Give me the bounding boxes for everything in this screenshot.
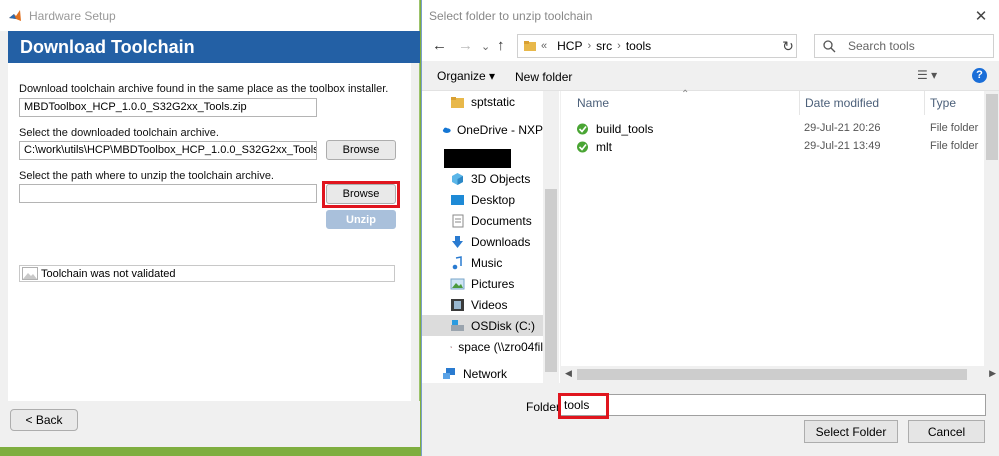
sort-ascending-icon: ⌃ — [681, 89, 690, 100]
status-text: Toolchain was not validated — [41, 267, 176, 280]
new-folder-button[interactable]: New folder — [515, 70, 572, 84]
nav-item-space[interactable]: space (\\zro04fil — [422, 336, 543, 357]
documents-icon — [452, 214, 464, 227]
archive-name-field[interactable]: MBDToolbox_HCP_1.0.0_S32G2xx_Tools.zip — [19, 98, 317, 117]
nav-item-documents[interactable]: Documents — [422, 210, 543, 231]
unzip-path-field[interactable] — [19, 184, 317, 203]
forward-arrow-icon[interactable]: → — [458, 37, 473, 54]
breadcrumb-src[interactable]: src — [596, 39, 612, 53]
file-list-vertical-scrollbar[interactable] — [984, 91, 999, 383]
validation-status: Toolchain was not validated — [19, 265, 395, 282]
folder-icon — [451, 96, 464, 108]
nav-item-network[interactable]: Network — [422, 363, 543, 383]
cancel-button[interactable]: Cancel — [908, 420, 985, 443]
navigation-bar: ← → ⌄ ↑ « HCP › src › tools ↻ Search too… — [422, 31, 999, 61]
file-list: Name ⌃ Date modified Type build_tools 29… — [561, 89, 984, 383]
nav-item-3d-objects[interactable]: 3D Objects — [422, 168, 543, 189]
nav-item-onedrive[interactable]: OneDrive - NXP — [422, 119, 543, 140]
scrollbar-thumb[interactable] — [577, 369, 967, 380]
navigation-pane: sptstatic OneDrive - NXP 3D Objects Desk… — [422, 91, 560, 383]
nav-item-music[interactable]: Music — [422, 252, 543, 273]
nav-item-desktop[interactable]: Desktop — [422, 189, 543, 210]
close-icon[interactable]: ✕ — [973, 7, 989, 25]
unzip-path-label: Select the path where to unzip the toolc… — [19, 170, 274, 182]
matlab-logo-icon — [9, 9, 21, 21]
help-icon[interactable]: ? — [972, 68, 987, 83]
nav-item-downloads[interactable]: Downloads — [422, 231, 543, 252]
network-drive-icon — [450, 346, 453, 348]
column-name-header[interactable]: Name — [577, 96, 609, 110]
dialog-toolbar: Organize ▾ New folder ☰ ▾ ? — [422, 61, 999, 91]
folder-name-input[interactable]: tools — [559, 394, 986, 416]
music-icon — [452, 255, 462, 269]
scrollbar-thumb[interactable] — [986, 94, 998, 160]
search-box[interactable]: Search tools — [814, 34, 994, 58]
dialog-titlebar: Select folder to unzip toolchain ✕ — [422, 0, 999, 31]
up-arrow-icon[interactable]: ↑ — [497, 37, 505, 54]
archive-path-field[interactable]: C:\work\utils\HCP\MBDToolbox_HCP_1.0.0_S… — [19, 141, 317, 160]
scroll-left-icon[interactable]: ◀ — [565, 368, 572, 379]
address-bar[interactable]: « HCP › src › tools — [517, 34, 797, 58]
browse-unzip-button[interactable]: Browse — [326, 184, 396, 204]
image-placeholder-icon — [22, 267, 38, 280]
file-row-mlt[interactable]: mlt 29-Jul-21 13:49 File folder — [561, 138, 984, 156]
setup-content: Download toolchain archive found in the … — [8, 63, 411, 401]
desktop-icon — [451, 194, 464, 205]
recent-chevron-icon[interactable]: ⌄ — [481, 40, 490, 53]
back-arrow-icon[interactable]: ← — [432, 37, 447, 54]
column-divider[interactable] — [924, 91, 925, 115]
window-title: Hardware Setup — [29, 8, 116, 23]
column-date-header[interactable]: Date modified — [805, 96, 879, 110]
navigation-scrollbar[interactable] — [543, 91, 559, 383]
view-options-icon[interactable]: ☰ ▾ — [917, 68, 937, 82]
browse-archive-button[interactable]: Browse — [326, 140, 396, 160]
page-title-banner: Download Toolchain — [8, 31, 420, 63]
refresh-icon[interactable]: ↻ — [777, 35, 799, 57]
folder-highlight — [558, 393, 609, 419]
green-folder-icon — [577, 123, 588, 135]
videos-icon — [451, 298, 464, 311]
breadcrumb-overflow[interactable]: « — [541, 40, 547, 52]
cloud-icon — [442, 127, 451, 133]
nav-item-pictures[interactable]: Pictures — [422, 273, 543, 294]
chevron-right-icon: › — [587, 40, 592, 52]
unzip-button[interactable]: Unzip — [326, 210, 396, 229]
green-folder-icon — [577, 141, 588, 153]
select-folder-button[interactable]: Select Folder — [804, 420, 898, 443]
pictures-icon — [450, 278, 465, 289]
breadcrumb-hcp[interactable]: HCP — [557, 39, 582, 53]
column-type-header[interactable]: Type — [930, 96, 956, 110]
organize-menu[interactable]: Organize ▾ — [437, 69, 495, 83]
hardware-setup-window: Hardware Setup Download Toolchain Downlo… — [0, 0, 420, 447]
redacted-item — [444, 149, 511, 168]
download-description: Download toolchain archive found in the … — [19, 83, 389, 95]
chevron-right-icon: › — [617, 40, 621, 52]
folder-icon — [524, 41, 536, 51]
scrollbar-thumb[interactable] — [545, 189, 557, 372]
network-icon — [443, 367, 455, 379]
nav-item-osdisk[interactable]: OSDisk (C:) — [422, 315, 543, 336]
dialog-title: Select folder to unzip toolchain — [429, 8, 593, 23]
drive-icon — [451, 319, 464, 331]
cube-icon — [452, 172, 463, 185]
scroll-right-icon[interactable]: ▶ — [989, 368, 996, 379]
page-title: Download Toolchain — [20, 36, 195, 57]
select-archive-label: Select the downloaded toolchain archive. — [19, 127, 219, 139]
back-button[interactable]: < Back — [10, 409, 78, 431]
nav-item-videos[interactable]: Videos — [422, 294, 543, 315]
nav-item-sptstatic[interactable]: sptstatic — [422, 91, 543, 112]
search-icon — [823, 39, 836, 52]
hardware-setup-titlebar: Hardware Setup — [0, 0, 419, 31]
breadcrumb-tools[interactable]: tools — [626, 39, 651, 53]
select-folder-dialog: Select folder to unzip toolchain ✕ ← → ⌄… — [421, 0, 999, 456]
file-row-build-tools[interactable]: build_tools 29-Jul-21 20:26 File folder — [561, 120, 984, 138]
column-divider[interactable] — [799, 91, 800, 115]
search-placeholder: Search tools — [848, 39, 915, 53]
download-icon — [452, 235, 463, 248]
file-list-horizontal-scrollbar[interactable]: ◀ ▶ — [561, 366, 999, 383]
